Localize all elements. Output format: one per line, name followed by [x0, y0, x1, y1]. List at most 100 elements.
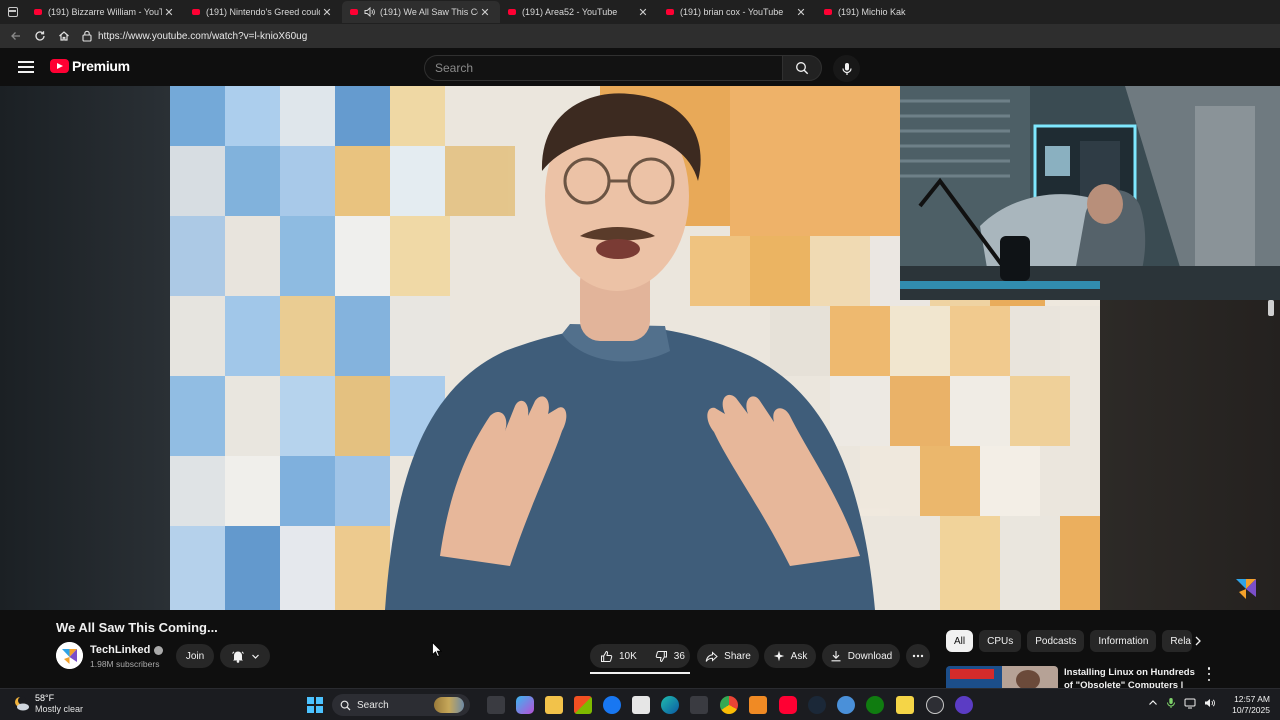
verified-badge-icon [154, 645, 164, 655]
settings-gear-icon[interactable] [926, 696, 944, 714]
tab-close-icon[interactable]: ✕ [636, 6, 650, 19]
search-icon [796, 62, 809, 75]
tab-title: (191) We All Saw This Comin [380, 7, 478, 17]
search-input[interactable] [424, 55, 782, 81]
video-player[interactable] [0, 86, 1280, 610]
youtube-favicon-icon [508, 9, 516, 15]
volume-icon[interactable] [1204, 697, 1216, 709]
back-button[interactable] [4, 25, 28, 47]
youtube-app-icon[interactable] [779, 696, 797, 714]
channel-avatar[interactable] [56, 642, 83, 669]
facebook-icon[interactable] [603, 696, 621, 714]
recommended-video-menu-icon[interactable] [1204, 667, 1214, 681]
youtube-logo[interactable]: Premium [50, 58, 130, 74]
recommended-video-thumbnail[interactable] [946, 666, 1058, 688]
taskbar-search-label: Search [357, 699, 389, 711]
url-field[interactable]: https://www.youtube.com/watch?v=l-knioX6… [80, 26, 910, 46]
search-box [424, 55, 822, 81]
webcam-feed-image [900, 86, 1280, 300]
tab-close-icon[interactable]: ✕ [320, 6, 334, 19]
subscription-notifications-button[interactable] [220, 644, 270, 668]
download-button[interactable]: Download [822, 644, 900, 668]
network-icon[interactable] [1184, 697, 1196, 709]
tab-close-icon[interactable]: ✕ [478, 6, 492, 19]
weather-widget[interactable]: 58°F Mostly clear [12, 693, 83, 715]
windows-taskbar: 58°F Mostly clear Search 12:57 AM 10/7/2… [0, 688, 1280, 720]
taskbar-clock[interactable]: 12:57 AM 10/7/2025 [1226, 694, 1270, 716]
chips-next-button[interactable] [1190, 632, 1206, 650]
obs-icon[interactable] [955, 696, 973, 714]
chip-related[interactable]: Rela [1162, 630, 1193, 652]
vlc-icon[interactable] [749, 696, 767, 714]
reload-button[interactable] [28, 25, 52, 47]
voice-search-button[interactable] [833, 55, 860, 82]
chip-all[interactable]: All [946, 630, 974, 652]
browser-tab-active[interactable]: (191) We All Saw This Comin ✕ [342, 1, 500, 23]
tab-title: (191) Michio Kak [838, 7, 906, 17]
channel-name-link[interactable]: TechLinked [90, 644, 164, 656]
window-menu-icon[interactable] [0, 0, 26, 24]
download-label: Download [847, 650, 893, 662]
site-info-icon[interactable] [80, 29, 94, 43]
menu-icon[interactable] [18, 61, 34, 73]
steam-icon[interactable] [808, 696, 826, 714]
thumbs-up-icon [601, 650, 613, 662]
ask-button[interactable]: Ask [764, 644, 816, 668]
amazon-icon[interactable] [632, 696, 650, 714]
chip-podcasts[interactable]: Podcasts [1027, 630, 1085, 652]
browser-tab[interactable]: (191) Area52 - YouTube ✕ [500, 1, 658, 23]
chip-information[interactable]: Information [1090, 630, 1157, 652]
share-button[interactable]: Share [697, 644, 759, 668]
clock-date: 10/7/2025 [1232, 705, 1270, 715]
chevron-up-icon[interactable] [1148, 698, 1158, 708]
speaker-icon[interactable] [364, 6, 376, 18]
microsoft-store-icon[interactable] [574, 696, 592, 714]
youtube-favicon-icon [192, 9, 200, 15]
microphone-icon[interactable] [1166, 697, 1176, 709]
edge-browser-icon[interactable] [661, 696, 679, 714]
browser-tab[interactable]: (191) brian cox - YouTube ✕ [658, 1, 816, 23]
search-icon [340, 700, 351, 710]
more-actions-button[interactable] [906, 644, 930, 668]
file-explorer-icon[interactable] [545, 696, 563, 714]
browser-tab[interactable]: (191) Bizzarre William - YouTube ✕ [26, 1, 184, 23]
join-button[interactable]: Join [176, 644, 214, 668]
calculator-icon[interactable] [690, 696, 708, 714]
screen: (191) Bizzarre William - YouTube ✕ (191)… [0, 0, 1280, 720]
youtube-favicon-icon [824, 9, 832, 15]
channel-watermark-icon[interactable] [1233, 575, 1259, 601]
tab-close-icon[interactable]: ✕ [794, 6, 808, 19]
system-tray [1148, 697, 1216, 709]
page-scrollbar-thumb[interactable] [1268, 300, 1274, 316]
tab-title: (191) Bizzarre William - YouTube [48, 7, 162, 17]
browser-tab[interactable]: (191) Michio Kak [816, 1, 974, 23]
xbox-icon[interactable] [866, 696, 884, 714]
task-view-icon[interactable] [487, 696, 505, 714]
search-button[interactable] [782, 55, 822, 81]
more-horizontal-icon [912, 654, 924, 658]
tab-close-icon[interactable]: ✕ [162, 6, 176, 19]
home-button[interactable] [52, 25, 76, 47]
like-button[interactable]: 10K [590, 644, 645, 668]
browser-tab[interactable]: (191) Nintendo's Greed could Ch ✕ [184, 1, 342, 23]
subscriber-count: 1.98M subscribers [90, 659, 160, 669]
video-title: We All Saw This Coming... [56, 620, 218, 635]
recommended-video-title[interactable]: Installing Linux on Hundreds of "Obsolet… [1064, 666, 1199, 688]
start-button-windows-icon[interactable] [307, 697, 323, 713]
webcam-overlay [900, 86, 1280, 300]
chrome-icon[interactable] [720, 696, 738, 714]
like-dislike-group: 10K 36 [590, 644, 690, 668]
like-progress-underline [590, 672, 690, 674]
dislike-count: 36 [673, 650, 685, 662]
share-icon [705, 650, 718, 662]
techlinked-logo-icon [56, 642, 83, 669]
sparkle-icon [773, 650, 784, 662]
app-icon[interactable] [837, 696, 855, 714]
dislike-button[interactable]: 36 [645, 644, 693, 668]
weather-condition: Mostly clear [35, 704, 84, 714]
sticky-notes-icon[interactable] [896, 696, 914, 714]
copilot-icon[interactable] [516, 696, 534, 714]
taskbar-search[interactable]: Search [332, 694, 470, 716]
chip-cpus[interactable]: CPUs [979, 630, 1022, 652]
weather-moon-cloud-icon [15, 696, 29, 711]
